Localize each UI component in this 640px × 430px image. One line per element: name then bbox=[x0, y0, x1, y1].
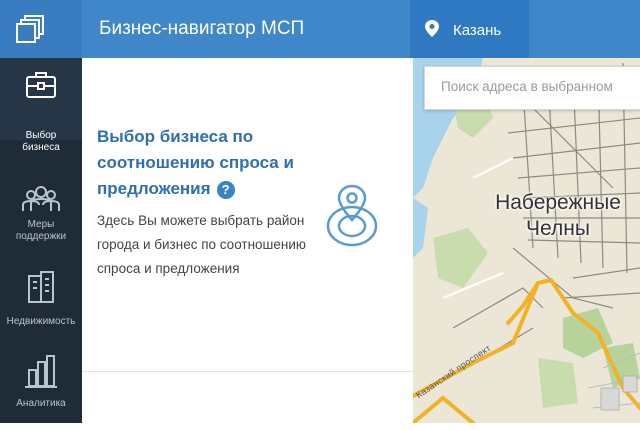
briefcase-icon bbox=[26, 72, 56, 98]
panel-title: Выбор бизнеса по соотношению спроса и пр… bbox=[97, 124, 337, 202]
sidebar: Выбор бизнеса Меры поддержки Недвижимост… bbox=[0, 58, 82, 423]
sidebar-item-label: Выбор бизнеса bbox=[22, 130, 60, 153]
city-selector-button[interactable]: Казань bbox=[410, 0, 529, 58]
city-label: Казань bbox=[453, 22, 502, 39]
stacked-squares-icon bbox=[16, 15, 44, 43]
sidebar-item-label: Недвижимость bbox=[6, 316, 76, 327]
content-panel: Выбор бизнеса по соотношению спроса и пр… bbox=[82, 58, 413, 423]
sidebar-item-label: Аналитика bbox=[16, 398, 66, 409]
sidebar-item-label: Меры поддержки bbox=[15, 219, 67, 242]
sidebar-item-support[interactable]: Меры поддержки bbox=[0, 175, 82, 257]
sidebar-item-realty[interactable]: Недвижимость bbox=[0, 268, 82, 350]
app-logo[interactable] bbox=[0, 0, 82, 58]
panel-title-text: Выбор бизнеса по соотношению спроса и пр… bbox=[97, 127, 294, 198]
location-target-icon bbox=[326, 184, 378, 247]
people-icon bbox=[22, 186, 60, 211]
location-pin-icon bbox=[425, 20, 439, 37]
header-right-area bbox=[529, 0, 640, 58]
app-title: Бизнес-навигатор МСП bbox=[99, 18, 305, 39]
top-header: Бизнес-навигатор МСП Казань bbox=[0, 0, 640, 58]
help-icon[interactable]: ? bbox=[216, 180, 235, 199]
sidebar-item-business-choice[interactable]: Выбор бизнеса bbox=[0, 58, 82, 153]
map-city-label: Набережные Челны bbox=[495, 191, 621, 240]
panel-description: Здесь Вы можете выбрать район города и б… bbox=[97, 213, 307, 276]
bar-chart-icon bbox=[25, 355, 57, 388]
buildings-icon bbox=[28, 271, 54, 303]
sidebar-item-analytics[interactable]: Аналитика bbox=[0, 348, 82, 430]
address-search-input[interactable] bbox=[439, 78, 640, 95]
address-search-box[interactable] bbox=[424, 66, 640, 110]
panel-divider bbox=[82, 371, 413, 372]
